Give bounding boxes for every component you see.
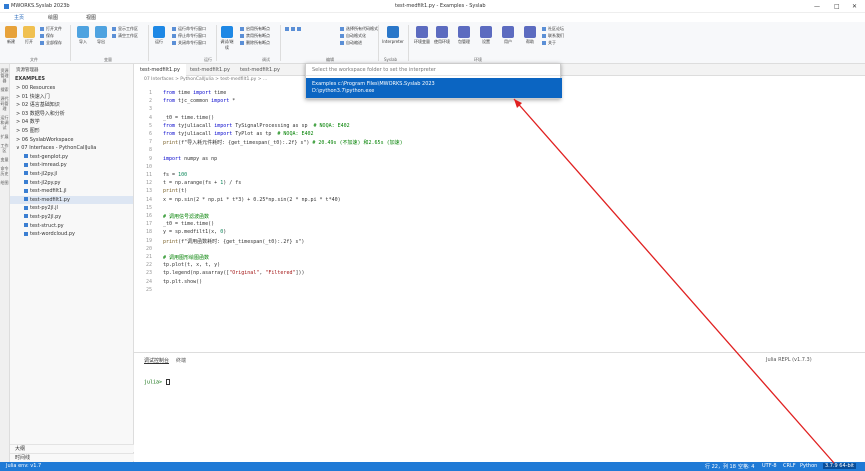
- arrow-line: [513, 98, 835, 464]
- annotation-arrow: [513, 98, 835, 464]
